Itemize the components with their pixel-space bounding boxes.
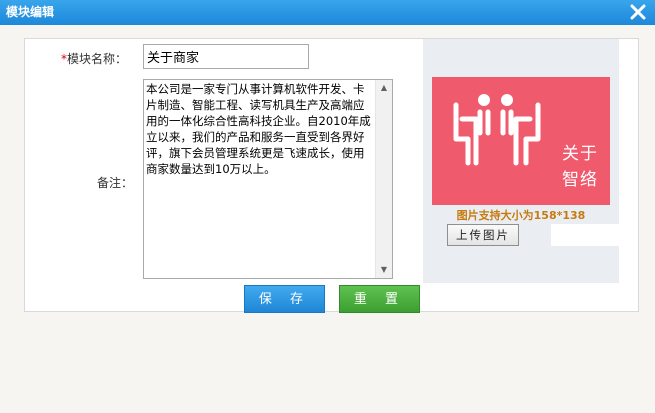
module-logo-image: 关于 智络 [432, 77, 610, 205]
upload-image-button[interactable]: 上传图片 [447, 224, 519, 246]
scroll-up-icon[interactable]: ▲ [376, 80, 392, 96]
remark-scrollbar[interactable]: ▲ ▼ [375, 80, 392, 278]
remark-text: 本公司是一家专门从事计算机软件开发、卡片制造、智能工程、读写机具生产及高端应用的… [146, 82, 371, 176]
title-bar: 模块编辑 [0, 0, 655, 25]
remark-textarea[interactable]: 本公司是一家专门从事计算机软件开发、卡片制造、智能工程、读写机具生产及高端应用的… [143, 79, 393, 279]
close-icon[interactable] [629, 3, 647, 21]
reset-button[interactable]: 重 置 [339, 285, 420, 313]
save-button[interactable]: 保 存 [244, 285, 325, 313]
edit-form-panel: *模块名称： 备注： 本公司是一家专门从事计算机软件开发、卡片制造、智能工程、读… [24, 38, 639, 313]
image-pane: 关于 智络 图片支持大小为158*138 上传图片 [423, 39, 619, 283]
module-name-input[interactable] [143, 44, 309, 69]
scroll-down-icon[interactable]: ▼ [376, 262, 392, 278]
name-label: *模块名称： [61, 50, 127, 67]
image-size-hint: 图片支持大小为158*138 [456, 209, 586, 222]
logo-text-line2: 智络 [562, 170, 598, 190]
window-title: 模块编辑 [6, 5, 55, 19]
logo-text-line1: 关于 [562, 144, 598, 164]
remark-label: 备注： [97, 176, 134, 190]
name-label-text: 模块名称： [67, 52, 128, 66]
upload-status-area [551, 224, 619, 246]
